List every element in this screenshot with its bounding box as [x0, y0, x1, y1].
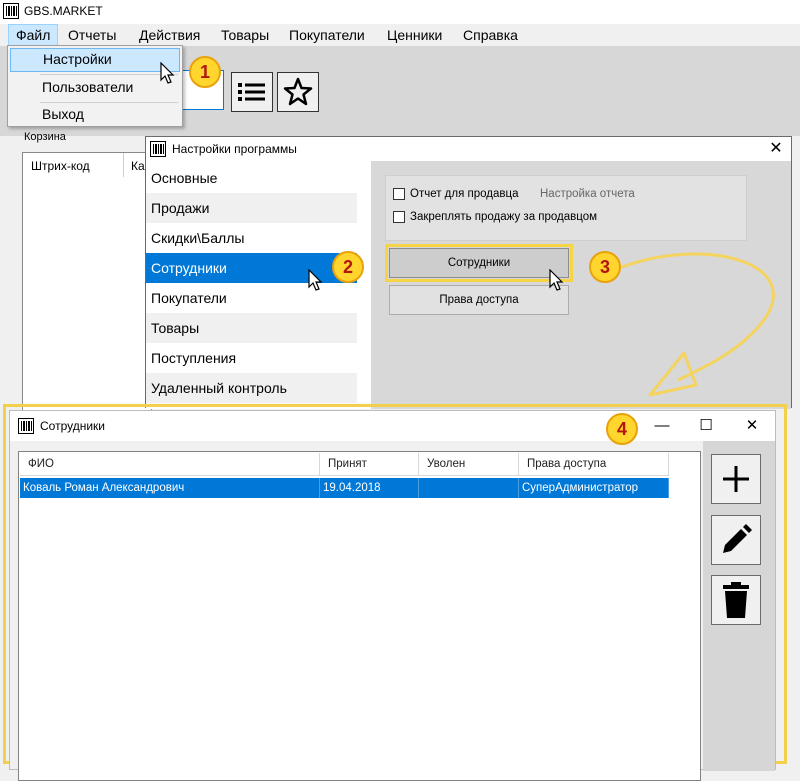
- menu-actions[interactable]: Действия: [139, 27, 200, 43]
- pencil-icon: [719, 523, 753, 557]
- report-for-seller-checkbox[interactable]: [393, 188, 405, 200]
- access-rights-button[interactable]: Права доступа: [389, 285, 569, 315]
- employees-table[interactable]: ФИО Принят Уволен Права доступа Коваль Р…: [18, 451, 701, 781]
- step-badge-2: 2: [332, 251, 364, 283]
- nav-item-sales[interactable]: Продажи: [146, 193, 357, 223]
- close-icon[interactable]: ✕: [766, 139, 786, 159]
- employees-window: Сотрудники 4 — ☐ ✕ ФИО Принят Уволен Пра…: [9, 410, 776, 781]
- menu-reports[interactable]: Отчеты: [68, 27, 116, 43]
- barcode-logo-icon: [3, 3, 19, 19]
- menu-help[interactable]: Справка: [463, 27, 518, 43]
- column-header-name[interactable]: ФИО: [20, 453, 320, 476]
- settings-title: Настройки программы: [172, 142, 297, 156]
- cell-access: СуперАдминистратор: [519, 478, 669, 498]
- nav-item-receipts[interactable]: Поступления: [146, 343, 357, 373]
- barcode-logo-icon: [150, 141, 166, 157]
- menu-file[interactable]: Файл: [8, 24, 59, 46]
- menu-goods[interactable]: Товары: [221, 27, 269, 43]
- bind-sale-checkbox[interactable]: [393, 211, 405, 223]
- menu-item-users[interactable]: Пользователи: [10, 76, 180, 100]
- cart-label: Корзина: [24, 131, 66, 143]
- cart-table[interactable]: Штрих-код Ка: [22, 152, 152, 412]
- nav-item-discounts[interactable]: Скидки\Баллы: [146, 223, 357, 253]
- cursor-icon: [160, 62, 176, 86]
- nav-item-goods[interactable]: Товары: [146, 313, 357, 343]
- curved-arrow: [621, 252, 775, 397]
- column-divider: [123, 153, 124, 177]
- cell-name: Коваль Роман Александрович: [20, 478, 320, 498]
- employees-title: Сотрудники: [40, 419, 105, 433]
- column-header-hired[interactable]: Принят: [320, 453, 419, 476]
- file-dropdown-menu: Настройки Пользователи Выход: [7, 45, 183, 127]
- nav-item-customers[interactable]: Покупатели: [146, 283, 357, 313]
- employees-actions: [703, 441, 775, 771]
- column-header-fired[interactable]: Уволен: [419, 453, 519, 476]
- menu-separator: [40, 74, 178, 75]
- cell-fired: [419, 478, 519, 498]
- step-badge-1: 1: [189, 56, 221, 88]
- maximize-icon[interactable]: ☐: [694, 416, 718, 436]
- star-icon: [283, 77, 313, 107]
- menu-bar: Файл Отчеты Действия Товары Покупатели Ц…: [0, 24, 800, 46]
- employees-titlebar: Сотрудники 4 — ☐ ✕: [10, 411, 775, 445]
- nav-item-remote-control[interactable]: Удаленный контроль: [146, 373, 357, 403]
- cart-column-barcode: Штрих-код: [31, 159, 90, 173]
- cell-hired: 19.04.2018: [320, 478, 419, 498]
- column-header-access[interactable]: Права доступа: [519, 453, 669, 476]
- add-employee-button[interactable]: [711, 454, 761, 504]
- plus-icon: [721, 464, 751, 494]
- report-for-seller-label: Отчет для продавца: [410, 188, 519, 200]
- nav-item-general[interactable]: Основные: [146, 163, 357, 193]
- app-titlebar: GBS.MARKET: [0, 0, 800, 24]
- trash-icon: [721, 581, 751, 619]
- delete-employee-button[interactable]: [711, 575, 761, 625]
- menu-customers[interactable]: Покупатели: [289, 27, 365, 43]
- favorites-button[interactable]: [277, 72, 319, 112]
- barcode-logo-icon: [18, 418, 34, 434]
- employees-button[interactable]: Сотрудники: [389, 248, 569, 278]
- bind-sale-label: Закреплять продажу за продавцом: [410, 211, 598, 223]
- app-title: GBS.MARKET: [24, 4, 103, 18]
- cart-column-partial: Ка: [131, 159, 145, 173]
- edit-employee-button[interactable]: [711, 515, 761, 565]
- options-group: Отчет для продавца Настройка отчета Закр…: [385, 175, 747, 241]
- cursor-icon: [308, 269, 324, 293]
- settings-titlebar: Настройки программы ✕: [146, 137, 791, 161]
- menu-price-tags[interactable]: Ценники: [387, 27, 442, 43]
- settings-nav: Основные Продажи Скидки\Баллы Сотрудники…: [146, 161, 371, 409]
- list-button[interactable]: [231, 72, 273, 112]
- list-icon: [237, 80, 267, 104]
- nav-item-employees[interactable]: Сотрудники: [146, 253, 357, 283]
- minimize-icon[interactable]: —: [650, 416, 674, 436]
- cursor-icon: [549, 269, 565, 293]
- menu-item-settings[interactable]: Настройки: [10, 48, 180, 72]
- report-setup-link[interactable]: Настройка отчета: [540, 188, 635, 200]
- menu-item-exit[interactable]: Выход: [10, 103, 180, 127]
- step-badge-4: 4: [606, 413, 638, 445]
- close-icon[interactable]: ✕: [740, 416, 764, 436]
